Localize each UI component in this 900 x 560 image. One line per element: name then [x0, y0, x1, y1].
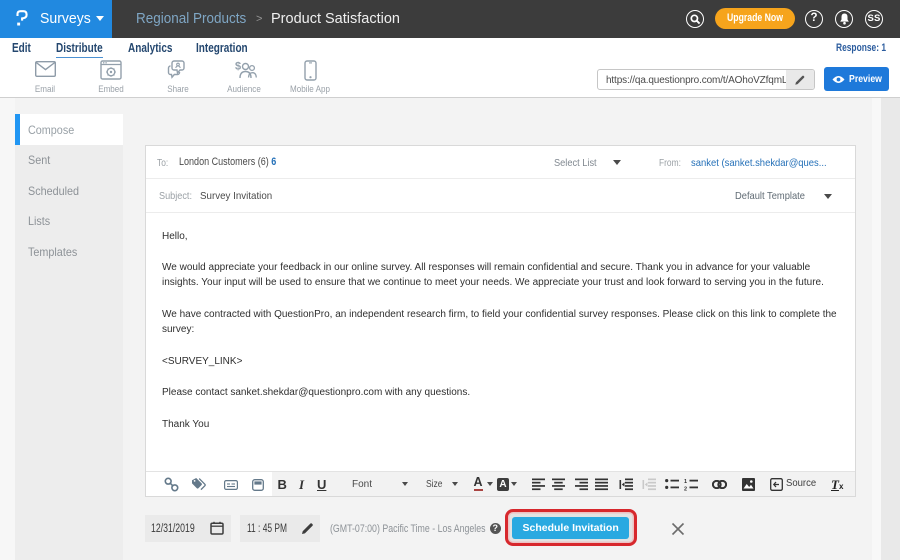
svg-text:1: 1 — [684, 479, 687, 485]
svg-text:$: $ — [235, 61, 241, 73]
svg-text:2: 2 — [684, 487, 687, 491]
